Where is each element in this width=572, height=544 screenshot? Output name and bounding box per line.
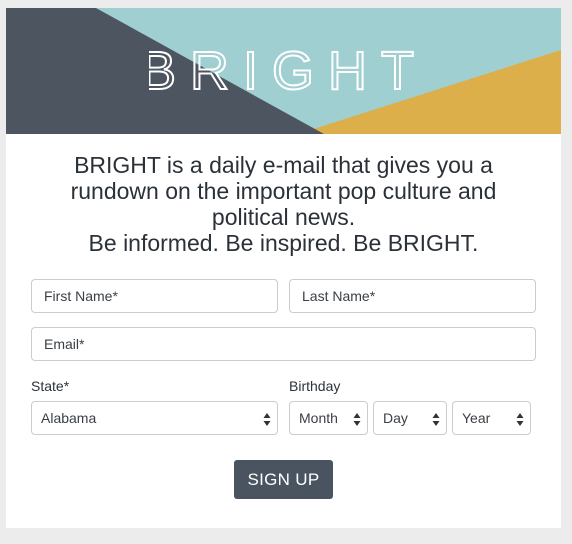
email-input[interactable]: [31, 327, 536, 361]
birth-year-select[interactable]: Year: [452, 401, 531, 435]
headline-line-2: rundown on the important pop culture and: [70, 178, 497, 204]
state-select[interactable]: Alabama: [31, 401, 278, 435]
year-select-value: Year: [462, 410, 491, 426]
state-select-value: Alabama: [41, 410, 97, 426]
signup-button[interactable]: SIGN UP: [234, 460, 333, 499]
birth-day-select[interactable]: Day: [373, 401, 447, 435]
first-name-input[interactable]: [31, 279, 278, 313]
state-label: State*: [31, 378, 70, 394]
brand-logo: BRIGHT: [6, 41, 561, 97]
updown-arrows-icon: [263, 413, 271, 426]
updown-arrows-icon: [353, 413, 361, 426]
brand-banner: BRIGHT: [6, 8, 561, 134]
headline-line-1: BRIGHT is a daily e-mail that gives you …: [74, 152, 493, 178]
last-name-input[interactable]: [289, 279, 536, 313]
month-select-value: Month: [299, 410, 338, 426]
headline: BRIGHT is a daily e-mail that gives you …: [26, 152, 541, 256]
birth-month-select[interactable]: Month: [289, 401, 368, 435]
headline-line-3: political news.: [211, 204, 356, 230]
day-select-value: Day: [383, 410, 408, 426]
updown-arrows-icon: [432, 413, 440, 426]
signup-card: BRIGHT BRIGHT is a daily e-mail that giv…: [6, 8, 561, 528]
updown-arrows-icon: [516, 413, 524, 426]
svg-text:BRIGHT: BRIGHT: [149, 41, 419, 97]
birthday-label: Birthday: [289, 378, 341, 394]
headline-line-4: Be informed. Be inspired. Be BRIGHT.: [88, 230, 479, 256]
brand-logo-text: BRIGHT: [149, 41, 419, 97]
